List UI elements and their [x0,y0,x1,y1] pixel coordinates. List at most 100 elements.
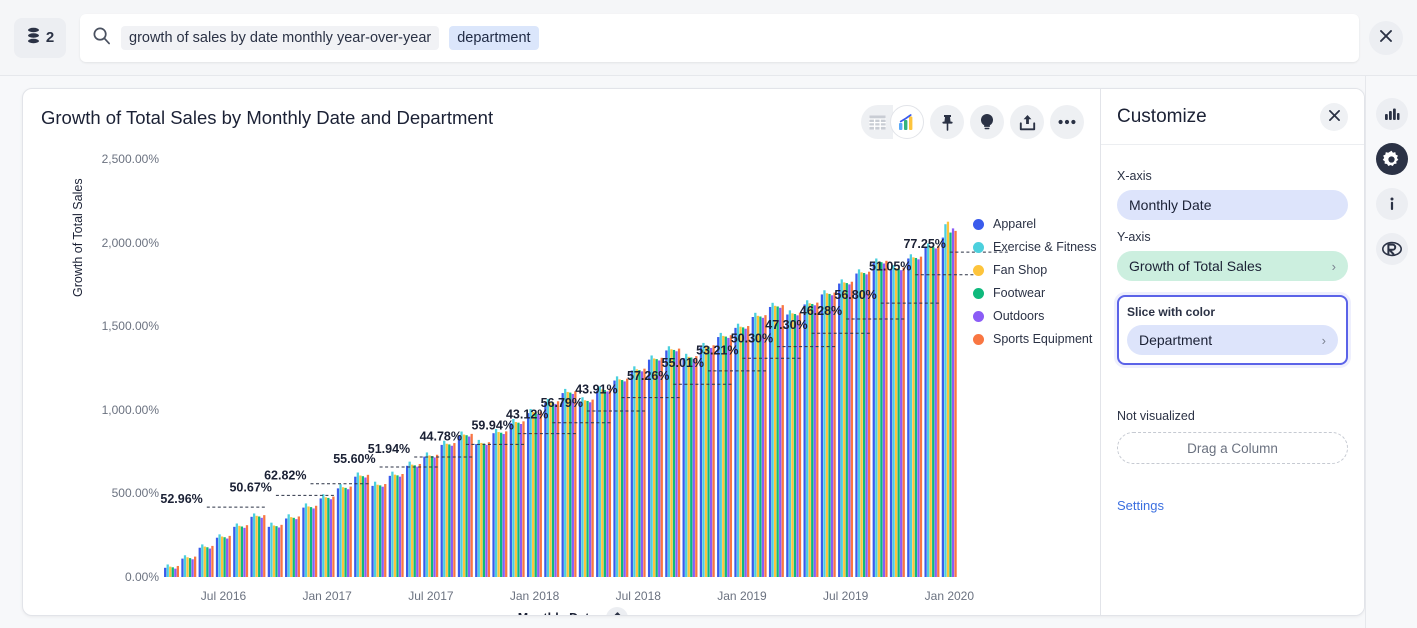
settings-link[interactable]: Settings [1117,498,1348,513]
chart-bar[interactable] [544,403,546,577]
chart-bar[interactable] [223,537,225,577]
chart-bar[interactable] [315,506,317,577]
chart-bar[interactable] [858,269,860,577]
chart-bar[interactable] [769,307,771,577]
chart-bar[interactable] [581,397,583,577]
chart-bar[interactable] [890,269,892,577]
chart-bar[interactable] [762,318,764,577]
chart-bar[interactable] [883,264,885,578]
chart-bar[interactable] [799,313,801,577]
chart-bar[interactable] [860,272,862,577]
chart-bar[interactable] [500,433,502,577]
chart-bar[interactable] [942,238,944,577]
chart-bar[interactable] [589,402,591,577]
chart-bar[interactable] [653,358,655,577]
chart-bar[interactable] [503,434,505,577]
chart-bar[interactable] [609,389,611,577]
chart-bar[interactable] [350,487,352,577]
legend-item[interactable]: Footwear [973,286,1097,300]
chart-bar[interactable] [406,466,408,577]
chart-bar[interactable] [915,258,917,577]
chart-bar[interactable] [868,272,870,577]
chart-bar[interactable] [492,433,494,577]
chart-bar[interactable] [423,457,425,577]
chart-bar[interactable] [367,475,369,577]
chart-bar[interactable] [332,497,334,577]
chart-bar[interactable] [952,228,954,577]
chart-bar[interactable] [796,315,798,577]
chart-bar[interactable] [221,537,223,577]
legend-item[interactable]: Outdoors [973,309,1097,323]
gear-icon[interactable] [1376,143,1408,175]
chart-bar[interactable] [288,514,290,577]
chart-bar[interactable] [174,569,176,577]
chart-bar[interactable] [712,345,714,577]
chart-bar[interactable] [167,564,169,577]
chart-bar[interactable] [831,295,833,577]
chart-bar[interactable] [779,308,781,577]
chart-bar[interactable] [177,566,179,577]
x-axis-field-value[interactable]: Monthly Date [1117,190,1348,220]
chart-bar[interactable] [364,478,366,577]
chart-bar[interactable] [643,369,645,577]
chart-bar[interactable] [184,555,186,577]
chart-bar[interactable] [278,528,280,577]
chart-bar[interactable] [675,351,677,577]
chart-bar[interactable] [885,261,887,577]
chart-bar[interactable] [791,313,793,577]
chart-bar[interactable] [754,313,756,577]
chart-bar[interactable] [710,348,712,577]
chart-bar[interactable] [419,464,421,577]
legend-item[interactable]: Sports Equipment [973,332,1097,346]
chart-bar[interactable] [917,259,919,577]
chart-bar[interactable] [944,224,946,577]
chart-bar[interactable] [460,432,462,577]
chart-bar[interactable] [574,391,576,577]
chart-bar[interactable] [246,525,248,577]
chart-bar[interactable] [275,526,277,577]
chart-bar[interactable] [532,412,534,577]
chart-bar[interactable] [621,380,623,577]
chart-bar[interactable] [446,444,448,577]
chart-bar[interactable] [702,343,704,577]
legend-item[interactable]: Fan Shop [973,263,1097,277]
chart-bar[interactable] [567,392,569,577]
chart-bar[interactable] [189,558,191,577]
chart-bar[interactable] [695,356,697,577]
chart-bar[interactable] [742,327,744,577]
chart-bar[interactable] [497,432,499,577]
drag-column-dropzone[interactable]: Drag a Column [1117,432,1348,464]
chart-bar[interactable] [636,369,638,577]
r-logo-icon[interactable] [1376,233,1408,265]
chart-bar[interactable] [250,517,252,577]
chart-bar[interactable] [665,350,667,577]
chart-bar[interactable] [298,516,300,577]
chart-bar[interactable] [209,549,211,577]
chart-bar[interactable] [238,526,240,577]
chart-bar[interactable] [453,443,455,577]
chart-bar[interactable] [678,349,680,577]
chart-bar[interactable] [898,269,900,577]
chart-bar[interactable] [727,338,729,577]
chart-bar[interactable] [878,261,880,577]
chart-bar[interactable] [717,337,719,577]
chart-bar[interactable] [436,455,438,577]
chart-bar[interactable] [745,329,747,577]
chart-bar[interactable] [322,494,324,577]
chart-bar[interactable] [700,347,702,577]
chart-bar[interactable] [547,399,549,577]
slice-with-color-section[interactable]: Slice with color Department › [1117,295,1348,365]
chart-bar[interactable] [737,324,739,577]
chart-bar[interactable] [307,506,309,577]
chart-bar[interactable] [339,484,341,577]
chart-bar[interactable] [226,539,228,577]
chart-bar[interactable] [448,444,450,577]
chart-bar[interactable] [624,381,626,577]
chart-bar[interactable] [935,248,937,577]
chart-bar[interactable] [377,485,379,577]
chart-bar[interactable] [216,538,218,577]
chart-bar[interactable] [920,257,922,577]
chart-bar[interactable] [747,326,749,577]
chart-bar[interactable] [414,465,416,577]
chart-bar[interactable] [759,317,761,578]
